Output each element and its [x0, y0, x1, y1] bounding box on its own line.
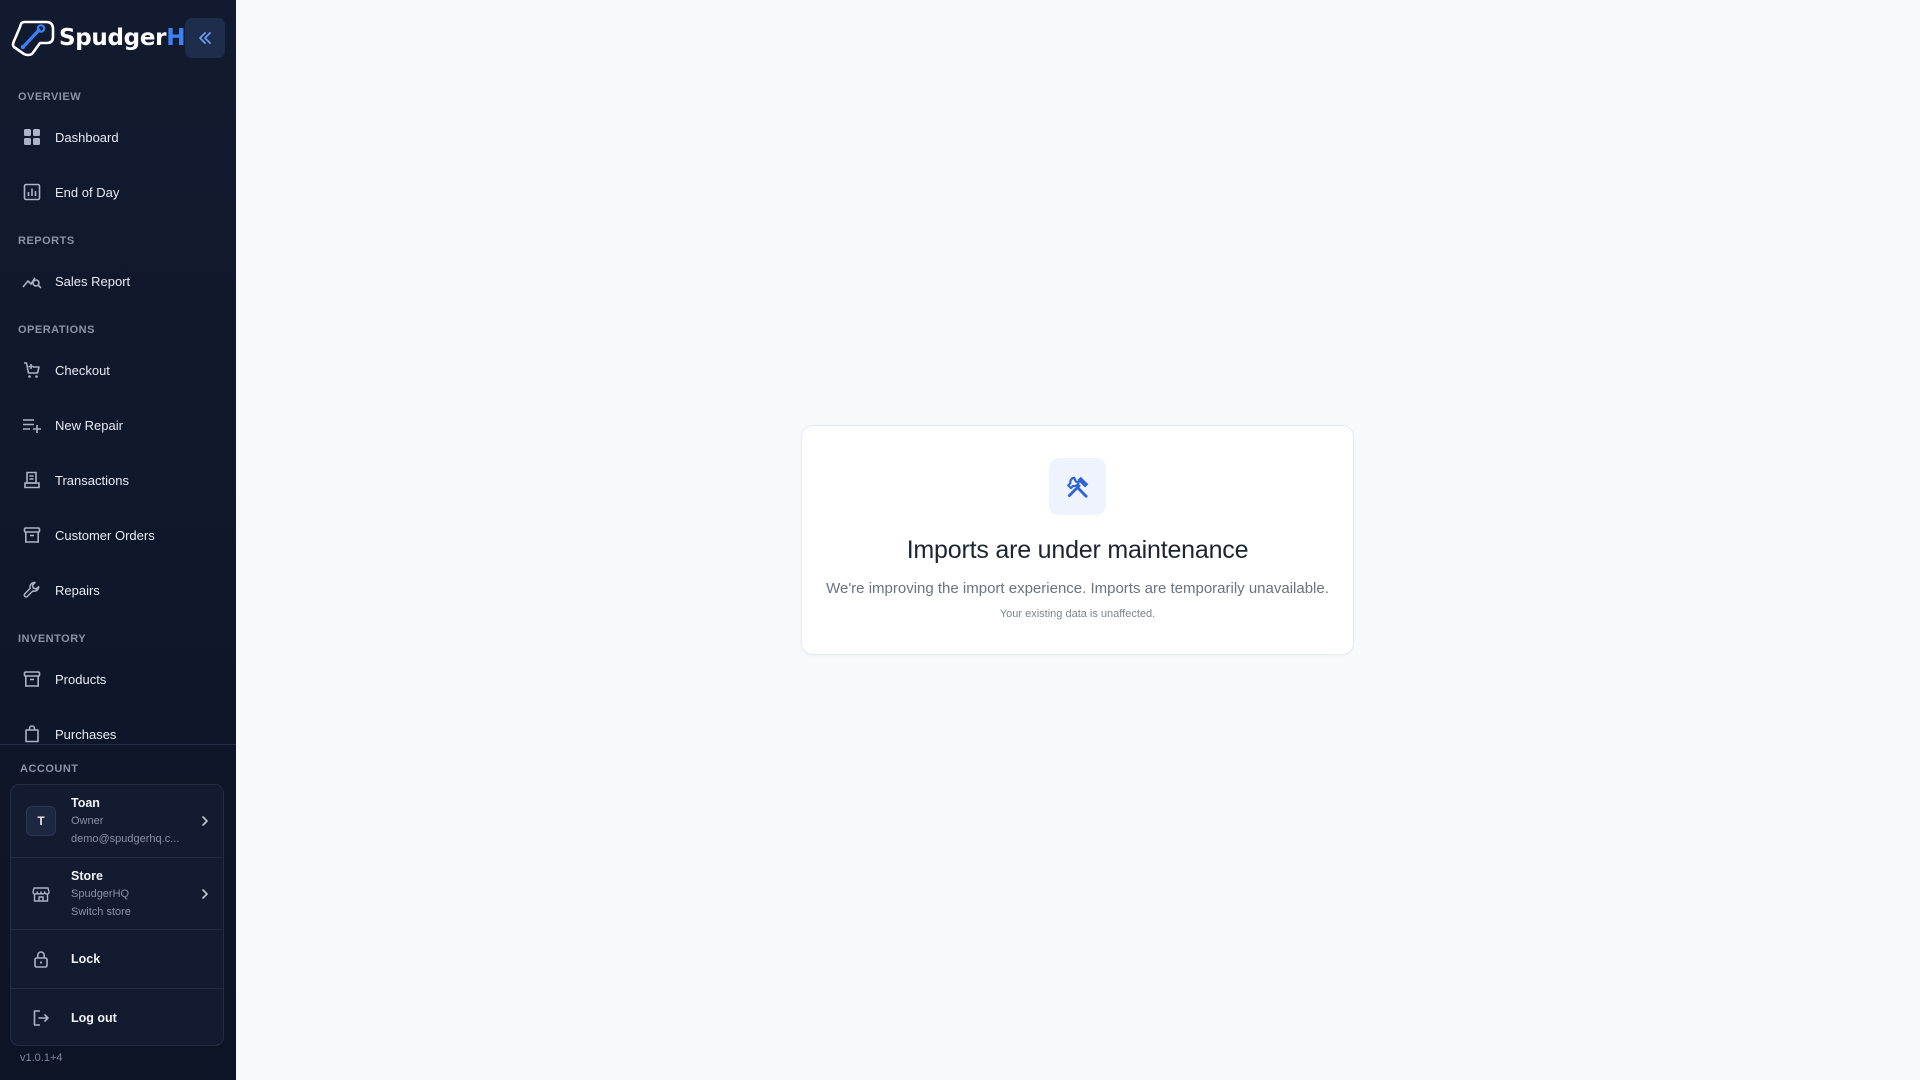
wrench-icon — [22, 580, 42, 600]
maintenance-title: Imports are under maintenance — [906, 536, 1249, 564]
tools-icon — [1049, 458, 1106, 515]
chart-box-icon — [22, 182, 42, 202]
brand-logo[interactable]: SpudgerHQ — [10, 18, 205, 58]
store-title: Store — [71, 868, 103, 883]
store-switcher-row[interactable]: Store SpudgerHQ Switch store — [11, 857, 223, 929]
sidebar-item-label: Dashboard — [55, 129, 119, 145]
sidebar-item-label: Sales Report — [55, 273, 131, 289]
sidebar-item-sales-report[interactable]: Sales Report — [10, 259, 226, 303]
main-content: Imports are under maintenance We're impr… — [236, 0, 1920, 1080]
sidebar-item-purchases[interactable]: Purchases — [10, 712, 226, 744]
sidebar-item-label: Transactions — [55, 472, 129, 488]
chevron-right-icon — [202, 888, 208, 899]
sidebar-item-repairs[interactable]: Repairs — [10, 568, 226, 612]
bag-icon — [22, 724, 42, 744]
sidebar-item-label: Products — [55, 671, 107, 687]
lock-button[interactable]: Lock — [11, 929, 223, 988]
double-chevron-left-icon — [199, 32, 211, 44]
account-section-label: ACCOUNT — [20, 763, 79, 775]
archive-box-icon — [22, 525, 42, 545]
list-plus-icon — [22, 415, 42, 435]
section-label-reports: REPORTS — [18, 235, 75, 247]
sidebar-item-transactions[interactable]: Transactions — [10, 458, 226, 502]
trend-search-icon — [22, 271, 42, 291]
box-icon — [22, 669, 42, 689]
store-name: SpudgerHQ — [71, 887, 130, 900]
logo-icon — [11, 20, 55, 57]
user-role: Owner — [71, 815, 104, 827]
section-label-overview: OVERVIEW — [18, 91, 82, 103]
app-version: v1.0.1+4 — [20, 1052, 63, 1064]
sidebar-item-new-repair[interactable]: New Repair — [10, 403, 226, 447]
receipt-icon — [22, 470, 42, 490]
sidebar-item-end-of-day[interactable]: End of Day — [10, 170, 226, 214]
logout-button[interactable]: Log out — [11, 988, 223, 1046]
sidebar-item-products[interactable]: Products — [10, 657, 226, 701]
brand-name: SpudgerHQ — [59, 25, 205, 51]
lock-icon — [26, 944, 56, 974]
user-email: demo@spudgerhq.c... — [71, 833, 180, 845]
sidebar-item-label: Repairs — [55, 582, 100, 598]
user-name: Toan — [71, 796, 100, 810]
maintenance-description: We're improving the import experience. I… — [826, 580, 1329, 597]
store-icon — [26, 879, 56, 909]
account-menu: T Toan Owner demo@spudgerhq.c... Store S… — [10, 784, 224, 1046]
sidebar-item-label: Checkout — [55, 362, 110, 378]
lock-label: Lock — [71, 952, 101, 966]
section-label-operations: OPERATIONS — [18, 324, 95, 336]
logout-icon — [26, 1003, 56, 1033]
maintenance-note: Your existing data is unaffected. — [999, 608, 1156, 620]
sidebar-item-customer-orders[interactable]: Customer Orders — [10, 513, 226, 557]
sidebar-item-label: Purchases — [55, 726, 117, 742]
sidebar-item-dashboard[interactable]: Dashboard — [10, 115, 226, 159]
sidebar-item-label: Customer Orders — [55, 527, 155, 543]
cart-plus-icon — [22, 360, 42, 380]
user-profile-row[interactable]: T Toan Owner demo@spudgerhq.c... — [11, 785, 223, 857]
section-label-inventory: INVENTORY — [18, 633, 87, 645]
sidebar-item-checkout[interactable]: Checkout — [10, 348, 226, 392]
switch-store-label: Switch store — [71, 905, 131, 918]
sidebar-nav[interactable]: OVERVIEW Dashboard End of Day REPORTS Sa… — [0, 80, 236, 744]
maintenance-card: Imports are under maintenance We're impr… — [801, 425, 1354, 655]
logout-label: Log out — [71, 1010, 117, 1025]
account-panel: ACCOUNT T Toan Owner demo@spudgerhq.c...… — [0, 744, 236, 1080]
sidebar: SpudgerHQ OVERVIEW Dashboard End of Day … — [0, 0, 236, 1080]
collapse-sidebar-button[interactable] — [185, 18, 225, 58]
sidebar-item-label: New Repair — [55, 417, 123, 433]
chevron-right-icon — [202, 816, 208, 826]
grid-icon — [22, 127, 42, 147]
sidebar-item-label: End of Day — [55, 184, 120, 200]
avatar: T — [26, 806, 56, 836]
